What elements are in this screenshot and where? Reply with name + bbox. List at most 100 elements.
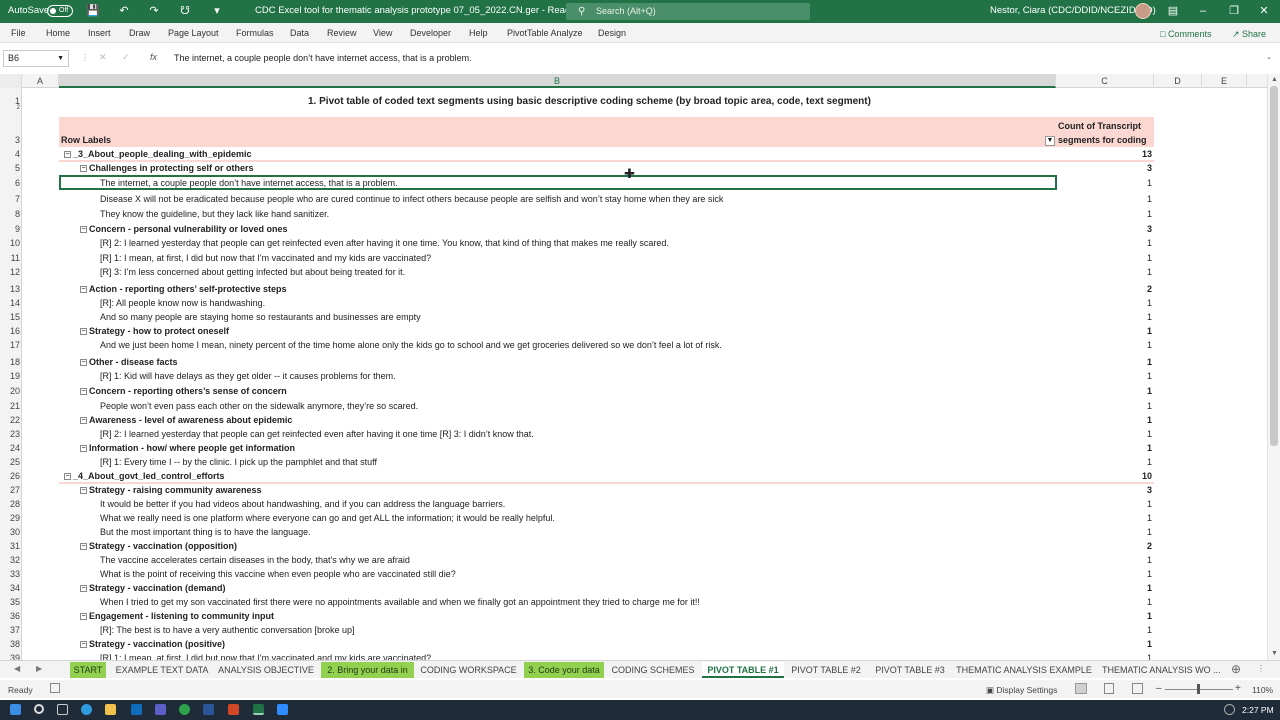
code-row-label[interactable]: − Action - reporting others’ self-protect… <box>80 284 287 294</box>
count-cell[interactable]: 1 <box>1060 457 1152 467</box>
text-segment-cell[interactable]: [R] 1: I mean, at first, I did but now t… <box>100 653 431 660</box>
select-all-corner[interactable] <box>0 74 22 88</box>
name-box[interactable]: B6 ▼ <box>3 50 69 67</box>
avatar[interactable] <box>1135 3 1151 19</box>
count-cell[interactable]: 1 <box>1060 267 1152 277</box>
insert-function-icon[interactable]: fx <box>150 52 157 62</box>
row-number[interactable]: 22 <box>0 415 20 425</box>
code-row-label[interactable]: − Information - how/ where people get inf… <box>80 443 295 453</box>
code-row-label[interactable]: − Strategy - vaccination (positive) <box>80 639 225 649</box>
touch-mode-icon[interactable]: ☋ <box>178 4 192 18</box>
count-cell[interactable]: 1 <box>1060 326 1152 336</box>
scroll-tabs-right-icon[interactable]: ▶ <box>36 664 42 673</box>
collapse-icon[interactable]: − <box>80 165 87 173</box>
count-cell[interactable]: 2 <box>1060 541 1152 551</box>
text-segment-cell[interactable]: [R]: The best is to have a very authenti… <box>100 625 354 635</box>
text-segment-cell[interactable]: [R] 3: I’m less concerned about getting … <box>100 267 405 277</box>
code-row-label[interactable]: − Engagement - listening to community inp… <box>80 611 274 621</box>
text-segment-cell[interactable]: [R]: All people know now is handwashing. <box>100 298 265 308</box>
sheet-tab[interactable]: CODING WORKSPACE <box>420 662 517 678</box>
code-row-label[interactable]: − Concern - reporting others’s sense of c… <box>80 386 287 396</box>
count-cell[interactable]: 1 <box>1060 555 1152 565</box>
text-segment-cell[interactable]: People won’t even pass each other on the… <box>100 401 418 411</box>
taskbar-search-icon[interactable] <box>34 704 44 714</box>
code-row-label[interactable]: − Strategy - vaccination (opposition) <box>80 541 237 551</box>
sheet-tab[interactable]: PIVOT TABLE #3 <box>871 662 949 678</box>
code-row-label[interactable]: − Strategy - raising community awareness <box>80 485 262 495</box>
task-view-icon[interactable] <box>57 704 68 715</box>
excel-icon[interactable] <box>253 704 264 715</box>
row-number[interactable]: 36 <box>0 611 20 621</box>
count-cell[interactable]: 2 <box>1060 284 1152 294</box>
collapse-icon[interactable]: − <box>80 388 87 396</box>
code-row-label[interactable]: − Challenges in protecting self or others <box>80 163 254 173</box>
enter-icon[interactable]: ✓ <box>122 52 130 63</box>
sheet-tab[interactable]: PIVOT TABLE #2 <box>788 662 864 678</box>
row-number[interactable]: 37 <box>0 625 20 635</box>
collapse-icon[interactable]: − <box>80 226 87 234</box>
row-number[interactable]: 8 <box>0 209 20 219</box>
code-row-label[interactable]: − Strategy - vaccination (demand) <box>80 583 226 593</box>
scroll-up-icon[interactable]: ▲ <box>1271 76 1278 83</box>
column-header-c[interactable]: C <box>1056 74 1154 88</box>
row-number[interactable]: 33 <box>0 569 20 579</box>
count-cell[interactable]: 1 <box>1060 583 1152 593</box>
menu-insert[interactable]: Insert <box>88 28 111 38</box>
count-cell[interactable]: 1 <box>1060 401 1152 411</box>
save-icon[interactable]: 💾 <box>86 4 100 18</box>
text-segment-cell[interactable]: But the most important thing is to have … <box>100 527 311 537</box>
row-number[interactable]: 15 <box>0 312 20 322</box>
row-number[interactable]: 35 <box>0 597 20 607</box>
count-cell[interactable]: 1 <box>1060 298 1152 308</box>
scroll-tabs-left-icon[interactable]: ◀ <box>14 664 20 673</box>
count-cell[interactable]: 1 <box>1060 209 1152 219</box>
column-header-d[interactable]: D <box>1154 74 1202 88</box>
count-cell[interactable]: 1 <box>1060 513 1152 523</box>
count-cell[interactable]: 10 <box>1060 471 1152 481</box>
count-cell[interactable]: 1 <box>1060 597 1152 607</box>
count-cell[interactable]: 1 <box>1060 527 1152 537</box>
row-number[interactable]: 13 <box>0 284 20 294</box>
row-number[interactable]: 7 <box>0 194 20 204</box>
text-segment-cell[interactable]: The vaccine accelerates certain diseases… <box>100 555 410 565</box>
menu-pivottable-analyze[interactable]: PivotTable Analyze <box>507 28 583 38</box>
topic-row-label[interactable]: − _4_About_govt_led_control_efforts <box>64 471 225 481</box>
cancel-icon[interactable]: ✕ <box>99 52 107 63</box>
sheet-tab[interactable]: 2. Bring your data in <box>321 662 414 678</box>
count-cell[interactable]: 1 <box>1060 194 1152 204</box>
collapse-icon[interactable]: − <box>80 543 87 551</box>
collapse-icon[interactable]: − <box>80 641 87 649</box>
collapse-icon[interactable]: − <box>64 151 71 159</box>
collapse-icon[interactable]: − <box>80 328 87 336</box>
minimize-icon[interactable]: – <box>1196 4 1210 18</box>
menu-review[interactable]: Review <box>327 28 357 38</box>
redo-icon[interactable]: ↷ <box>147 4 161 18</box>
row-number[interactable]: 38 <box>0 639 20 649</box>
expand-formula-icon[interactable]: ⌄ <box>1266 53 1272 61</box>
count-cell[interactable]: 1 <box>1060 443 1152 453</box>
text-segment-cell[interactable]: And we just been home I mean, ninety per… <box>100 340 722 350</box>
count-cell[interactable]: 1 <box>1060 625 1152 635</box>
count-cell[interactable]: 1 <box>1060 238 1152 248</box>
count-cell[interactable]: 1 <box>1060 415 1152 425</box>
count-cell[interactable]: 1 <box>1060 569 1152 579</box>
menu-page-layout[interactable]: Page Layout <box>168 28 219 38</box>
text-segment-cell[interactable]: The internet, a couple people don’t have… <box>100 178 398 188</box>
collapse-icon[interactable]: − <box>80 585 87 593</box>
row-number[interactable]: 39 <box>0 653 20 660</box>
zoom-level[interactable]: 110% <box>1252 685 1273 695</box>
outlook-icon[interactable] <box>131 704 142 715</box>
text-segment-cell[interactable]: When I tried to get my son vaccinated fi… <box>100 597 700 607</box>
column-header-b[interactable]: B <box>59 74 1056 88</box>
row-number[interactable]: 14 <box>0 298 20 308</box>
row-number[interactable]: 31 <box>0 541 20 551</box>
row-number[interactable]: 12 <box>0 267 20 277</box>
search-input[interactable]: ⚲ Search (Alt+Q) <box>566 3 810 20</box>
row-labels-header[interactable]: Row Labels <box>61 135 111 145</box>
customize-toolbar-icon[interactable]: ▾ <box>210 4 224 18</box>
row-number[interactable]: 11 <box>0 253 20 263</box>
chrome-icon[interactable] <box>179 704 190 715</box>
row-number[interactable]: 20 <box>0 386 20 396</box>
close-icon[interactable]: ✕ <box>1257 4 1271 18</box>
code-row-label[interactable]: − Awareness - level of awareness about ep… <box>80 415 292 425</box>
